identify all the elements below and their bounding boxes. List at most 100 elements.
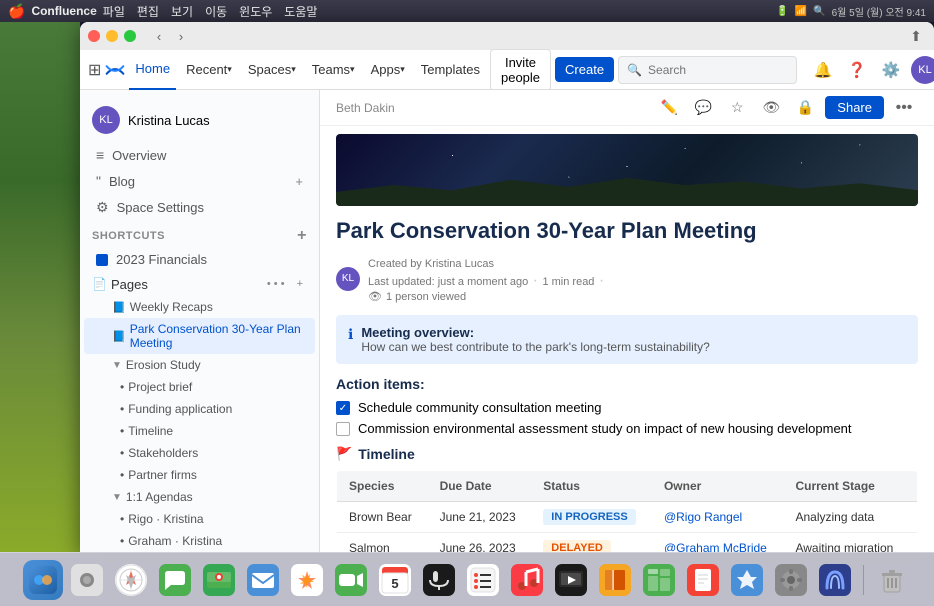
graham-label: Graham · Kristina — [128, 534, 222, 548]
pages-more-button[interactable]: • • • — [263, 276, 289, 292]
park-page-label: Park Conservation 30-Year Plan Meeting — [130, 322, 307, 350]
col-status: Status — [531, 471, 652, 502]
confluence-logo[interactable] — [105, 58, 125, 82]
funding-label: Funding application — [128, 402, 232, 416]
dock-pages[interactable] — [683, 560, 723, 600]
page-item-rigo-kristina[interactable]: • Rigo · Kristina — [84, 508, 315, 530]
shortcuts-add-button[interactable]: + — [297, 227, 307, 245]
sidebar-item-overview[interactable]: ≡ Overview — [80, 142, 319, 168]
create-button[interactable]: Create — [555, 57, 614, 82]
partner-firms-label: Partner firms — [128, 468, 197, 482]
page-item-erosion-study[interactable]: ▼ Erosion Study — [84, 354, 315, 376]
owner-mention[interactable]: @Rigo Rangel — [664, 510, 742, 524]
maximize-button[interactable] — [124, 30, 136, 42]
nav-teams[interactable]: Teams ▾ — [306, 50, 361, 90]
erosion-toggle[interactable]: ▼ — [112, 360, 122, 371]
timeline-bullet: • — [120, 424, 124, 438]
dock-calendar[interactable]: 5 — [375, 560, 415, 600]
pages-add-button[interactable]: + — [293, 276, 307, 292]
grid-icon[interactable]: ⊞ — [88, 58, 101, 82]
dock-maps[interactable] — [199, 560, 239, 600]
sidebar-settings-label: Space Settings — [117, 200, 204, 215]
owner-mention[interactable]: @Graham McBride — [664, 541, 767, 552]
timeline-title: Timeline — [358, 446, 415, 462]
nav-templates[interactable]: Templates — [415, 50, 486, 90]
invite-people-button[interactable]: Invite people — [490, 49, 551, 91]
menu-file[interactable]: 파일 — [103, 3, 125, 20]
checkbox-unchecked-2[interactable] — [336, 422, 350, 436]
share-button[interactable]: Share — [825, 96, 884, 119]
stakeholders-bullet: • — [120, 446, 124, 460]
menu-edit[interactable]: 편집 — [137, 3, 159, 20]
dock-numbers[interactable] — [639, 560, 679, 600]
main-layout: KL Kristina Lucas ≡ Overview " Blog + ⚙ … — [80, 90, 934, 552]
nav-apps[interactable]: Apps ▾ — [365, 50, 411, 90]
dock-music[interactable] — [507, 560, 547, 600]
settings-icon[interactable]: ⚙️ — [877, 56, 905, 84]
page-item-graham-kristina[interactable]: • Graham · Kristina — [84, 530, 315, 552]
nav-home[interactable]: Home — [129, 50, 176, 90]
mac-app-name: Confluence — [31, 4, 96, 18]
page-item-park-conservation[interactable]: 📘 Park Conservation 30-Year Plan Meeting — [84, 318, 315, 354]
comment-icon[interactable]: 💬 — [689, 94, 717, 122]
rigo-label: Rigo · Kristina — [128, 512, 203, 526]
sidebar-item-financials[interactable]: 2023 Financials — [80, 247, 319, 272]
dock-facetime[interactable] — [331, 560, 371, 600]
minimize-button[interactable] — [106, 30, 118, 42]
partner-firms-bullet: • — [120, 468, 124, 482]
edit-icon[interactable]: ✏️ — [655, 94, 683, 122]
restrict-icon[interactable]: 🔒 — [791, 94, 819, 122]
dock-system-prefs[interactable] — [771, 560, 811, 600]
menu-go[interactable]: 이동 — [205, 3, 227, 20]
bell-icon[interactable]: 🔔 — [809, 56, 837, 84]
menu-view[interactable]: 보기 — [171, 3, 193, 20]
dock-messages[interactable] — [155, 560, 195, 600]
sidebar-item-blog[interactable]: " Blog + — [80, 168, 319, 194]
window-share-icon[interactable]: ⬆ — [906, 26, 926, 46]
page-item-project-brief[interactable]: • Project brief — [84, 376, 315, 398]
project-brief-bullet: • — [120, 380, 124, 394]
dock-voice-memos[interactable] — [419, 560, 459, 600]
dock-app-store[interactable] — [727, 560, 767, 600]
help-icon[interactable]: ❓ — [843, 56, 871, 84]
page-item-funding[interactable]: • Funding application — [84, 398, 315, 420]
star-icon[interactable]: ☆ — [723, 94, 751, 122]
watch-icon[interactable]: 👁 — [757, 94, 785, 122]
page-item-weekly-recaps[interactable]: 📘 Weekly Recaps — [84, 296, 315, 318]
checkbox-checked-1[interactable] — [336, 401, 350, 415]
more-options-button[interactable]: ••• — [890, 94, 918, 122]
page-item-agendas[interactable]: ▼ 1:1 Agendas — [84, 486, 315, 508]
dock-trash[interactable] — [872, 560, 912, 600]
dock-photos[interactable] — [287, 560, 327, 600]
status-badge: DELAYED — [543, 540, 611, 552]
nav-spaces[interactable]: Spaces ▾ — [242, 50, 302, 90]
dock-reminders[interactable] — [463, 560, 503, 600]
svg-text:5: 5 — [391, 576, 398, 591]
dock-tv[interactable] — [551, 560, 591, 600]
forward-button[interactable]: › — [172, 27, 190, 45]
dock-launchpad[interactable] — [67, 560, 107, 600]
sidebar-background — [0, 22, 80, 552]
user-avatar[interactable]: KL — [911, 56, 934, 84]
blog-icon: " — [96, 173, 101, 189]
sidebar-item-settings[interactable]: ⚙ Space Settings — [80, 194, 319, 221]
nav-recent[interactable]: Recent ▾ — [180, 50, 238, 90]
flag-icon: 🚩 — [336, 446, 352, 462]
dock-books[interactable] — [595, 560, 635, 600]
agendas-toggle[interactable]: ▼ — [112, 492, 122, 503]
menu-window[interactable]: 윈도우 — [239, 3, 272, 20]
page-item-partner-firms[interactable]: • Partner firms — [84, 464, 315, 486]
financials-icon — [96, 254, 108, 266]
dock-finder[interactable] — [23, 560, 63, 600]
page-item-stakeholders[interactable]: • Stakeholders — [84, 442, 315, 464]
close-button[interactable] — [88, 30, 100, 42]
back-button[interactable]: ‹ — [150, 27, 168, 45]
dock-safari[interactable] — [111, 560, 151, 600]
blog-add-icon[interactable]: + — [295, 174, 303, 189]
status-cell: DELAYED — [531, 533, 652, 553]
search-input[interactable] — [648, 63, 788, 77]
page-item-timeline[interactable]: • Timeline — [84, 420, 315, 442]
menu-help[interactable]: 도움말 — [284, 3, 317, 20]
dock-mail[interactable] — [243, 560, 283, 600]
dock-arc[interactable] — [815, 560, 855, 600]
